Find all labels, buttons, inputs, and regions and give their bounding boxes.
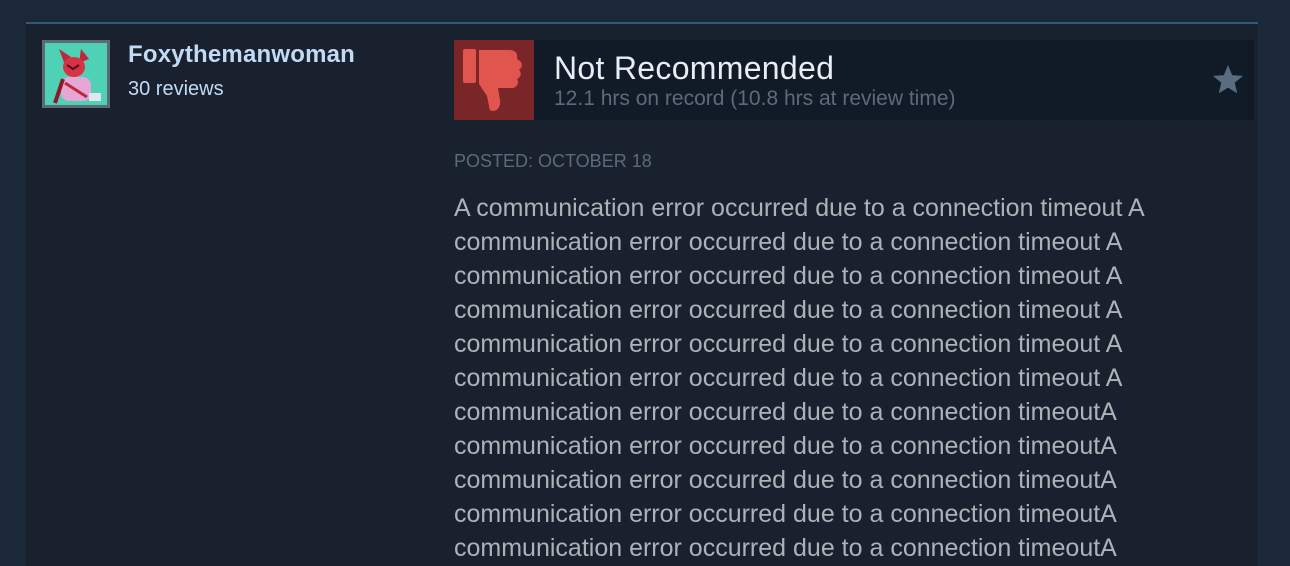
review-body-line: communication error occurred due to a co… — [454, 500, 1117, 528]
verdict-title[interactable]: Not Recommended — [554, 48, 834, 88]
posted-date: POSTED: OCTOBER 18 — [454, 151, 652, 171]
verdict-icon-box — [454, 40, 534, 120]
review-body-line: communication error occurred due to a co… — [454, 398, 1117, 426]
review-page: Foxythemanwoman 30 reviews Not Recommend… — [0, 0, 1290, 566]
review-body-line: communication error occurred due to a co… — [454, 228, 1123, 256]
review-author: Foxythemanwoman 30 reviews — [42, 40, 355, 108]
avatar[interactable] — [42, 40, 110, 108]
review-body-line: communication error occurred due to a co… — [454, 466, 1117, 494]
thumbs-down-icon — [463, 49, 522, 111]
author-text: Foxythemanwoman 30 reviews — [128, 40, 355, 102]
review-card: Foxythemanwoman 30 reviews Not Recommend… — [26, 22, 1258, 566]
review-body-line: communication error occurred due to a co… — [454, 432, 1117, 460]
star-icon[interactable] — [1210, 62, 1246, 98]
review-body-line: communication error occurred due to a co… — [454, 330, 1123, 358]
review-body-line: communication error occurred due to a co… — [454, 296, 1123, 324]
hours-on-record: 12.1 hrs on record (10.8 hrs at review t… — [554, 87, 956, 110]
review-body: A communication error occurred due to a … — [454, 191, 1244, 565]
avatar-image — [45, 43, 107, 105]
review-body-line: communication error occurred due to a co… — [454, 534, 1117, 562]
author-reviews-link[interactable]: 30 reviews — [128, 76, 355, 102]
author-name-link[interactable]: Foxythemanwoman — [128, 40, 355, 70]
review-header[interactable]: Not Recommended 12.1 hrs on record (10.8… — [454, 40, 1254, 120]
review-body-line: communication error occurred due to a co… — [454, 364, 1123, 392]
review-body-line: A communication error occurred due to a … — [454, 194, 1145, 222]
review-body-line: communication error occurred due to a co… — [454, 262, 1123, 290]
